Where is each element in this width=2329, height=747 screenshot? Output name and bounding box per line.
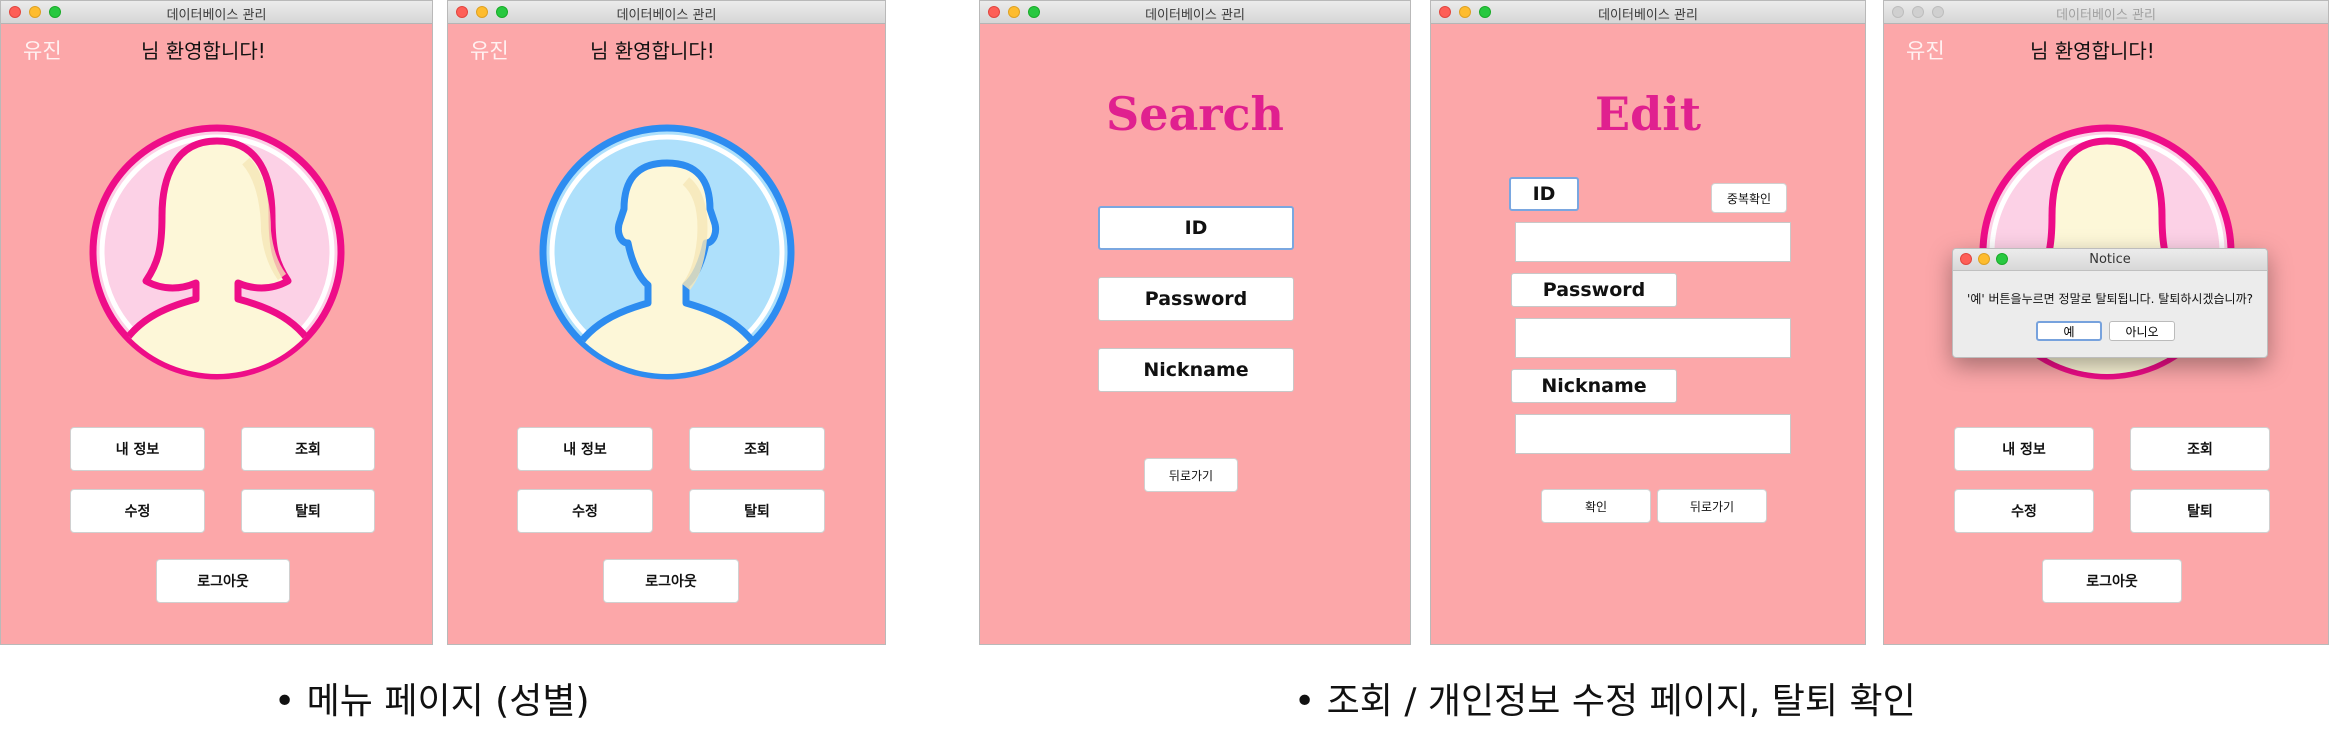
search-window: 데이터베이스 관리 Search ID Password Nickname 뒤로… xyxy=(979,0,1411,645)
search-button[interactable]: 조회 xyxy=(241,427,375,471)
password-label: Password xyxy=(1511,273,1677,307)
back-button[interactable]: 뒤로가기 xyxy=(1144,458,1238,492)
window-title: 데이터베이스 관리 xyxy=(166,8,267,23)
id-input[interactable] xyxy=(1515,222,1791,262)
search-button[interactable]: 조회 xyxy=(689,427,825,471)
password-input[interactable] xyxy=(1515,318,1791,358)
user-name: 유진 xyxy=(1906,39,1945,63)
back-button[interactable]: 뒤로가기 xyxy=(1657,489,1767,523)
title-bar[interactable]: 데이터베이스 관리 xyxy=(980,1,1410,24)
duplicate-check-button[interactable]: 중복확인 xyxy=(1711,183,1787,213)
withdraw-button[interactable]: 탈퇴 xyxy=(2130,489,2270,533)
logout-button[interactable]: 로그아웃 xyxy=(603,559,739,603)
caption-menu: • 메뉴 페이지 (성별) xyxy=(274,681,590,722)
user-name: 유진 xyxy=(23,39,62,63)
user-name: 유진 xyxy=(470,39,509,63)
nickname-field[interactable]: Nickname xyxy=(1098,348,1294,392)
title-bar[interactable]: 데이터베이스 관리 xyxy=(1431,1,1865,24)
welcome-text: 님 환영합니다! xyxy=(590,39,715,63)
female-avatar-icon xyxy=(89,124,345,380)
dialog-message: '예' 버튼을누르면 정말로 탈퇴됩니다. 탈퇴하시겠습니까? xyxy=(1967,292,2253,306)
window-title: 데이터베이스 관리 xyxy=(2056,8,2156,23)
my-info-button[interactable]: 내 정보 xyxy=(1954,427,2094,471)
window-title: 데이터베이스 관리 xyxy=(1145,8,1245,23)
edit-button[interactable]: 수정 xyxy=(517,489,653,533)
id-label: ID xyxy=(1509,177,1579,211)
menu-window-male: 데이터베이스 관리 유진 님 환영합니다! 내 정보 조회 수정 탈퇴 로그아웃 xyxy=(447,0,886,645)
page-heading: Search xyxy=(1106,87,1284,141)
welcome-text: 님 환영합니다! xyxy=(2030,39,2155,63)
dialog-title: Notice xyxy=(2089,252,2131,267)
password-field[interactable]: Password xyxy=(1098,277,1294,321)
edit-button[interactable]: 수정 xyxy=(1954,489,2094,533)
logout-button[interactable]: 로그아웃 xyxy=(156,559,290,603)
window-title: 데이터베이스 관리 xyxy=(616,8,717,23)
male-avatar-icon xyxy=(539,124,795,380)
welcome-text: 님 환영합니다! xyxy=(141,39,266,63)
title-bar[interactable]: 데이터베이스 관리 xyxy=(448,1,885,24)
yes-button[interactable]: 예 xyxy=(2036,321,2102,341)
withdraw-button[interactable]: 탈퇴 xyxy=(241,489,375,533)
edit-button[interactable]: 수정 xyxy=(70,489,205,533)
dialog-title-bar[interactable]: Notice xyxy=(1953,249,2267,271)
title-bar[interactable]: 데이터베이스 관리 xyxy=(1884,1,2328,24)
title-bar[interactable]: 데이터베이스 관리 xyxy=(1,1,432,24)
nickname-label: Nickname xyxy=(1511,369,1677,403)
my-info-button[interactable]: 내 정보 xyxy=(70,427,205,471)
nickname-input[interactable] xyxy=(1515,414,1791,454)
window-title: 데이터베이스 관리 xyxy=(1598,8,1698,23)
caption-search-edit: • 조회 / 개인정보 수정 페이지, 탈퇴 확인 xyxy=(1294,681,1916,722)
confirm-button[interactable]: 확인 xyxy=(1541,489,1651,523)
withdraw-button[interactable]: 탈퇴 xyxy=(689,489,825,533)
page-heading: Edit xyxy=(1595,87,1701,141)
search-button[interactable]: 조회 xyxy=(2130,427,2270,471)
notice-dialog: Notice '예' 버튼을누르면 정말로 탈퇴됩니다. 탈퇴하시겠습니까? 예… xyxy=(1952,248,2268,358)
my-info-button[interactable]: 내 정보 xyxy=(517,427,653,471)
menu-window-female: 데이터베이스 관리 유진 님 환영합니다! 내 정보 조회 수정 탈퇴 로그아웃 xyxy=(0,0,433,645)
logout-button[interactable]: 로그아웃 xyxy=(2042,559,2182,603)
id-field[interactable]: ID xyxy=(1098,206,1294,250)
no-button[interactable]: 아니오 xyxy=(2109,321,2175,341)
edit-window: 데이터베이스 관리 Edit ID 중복확인 Password Nickname… xyxy=(1430,0,1866,645)
